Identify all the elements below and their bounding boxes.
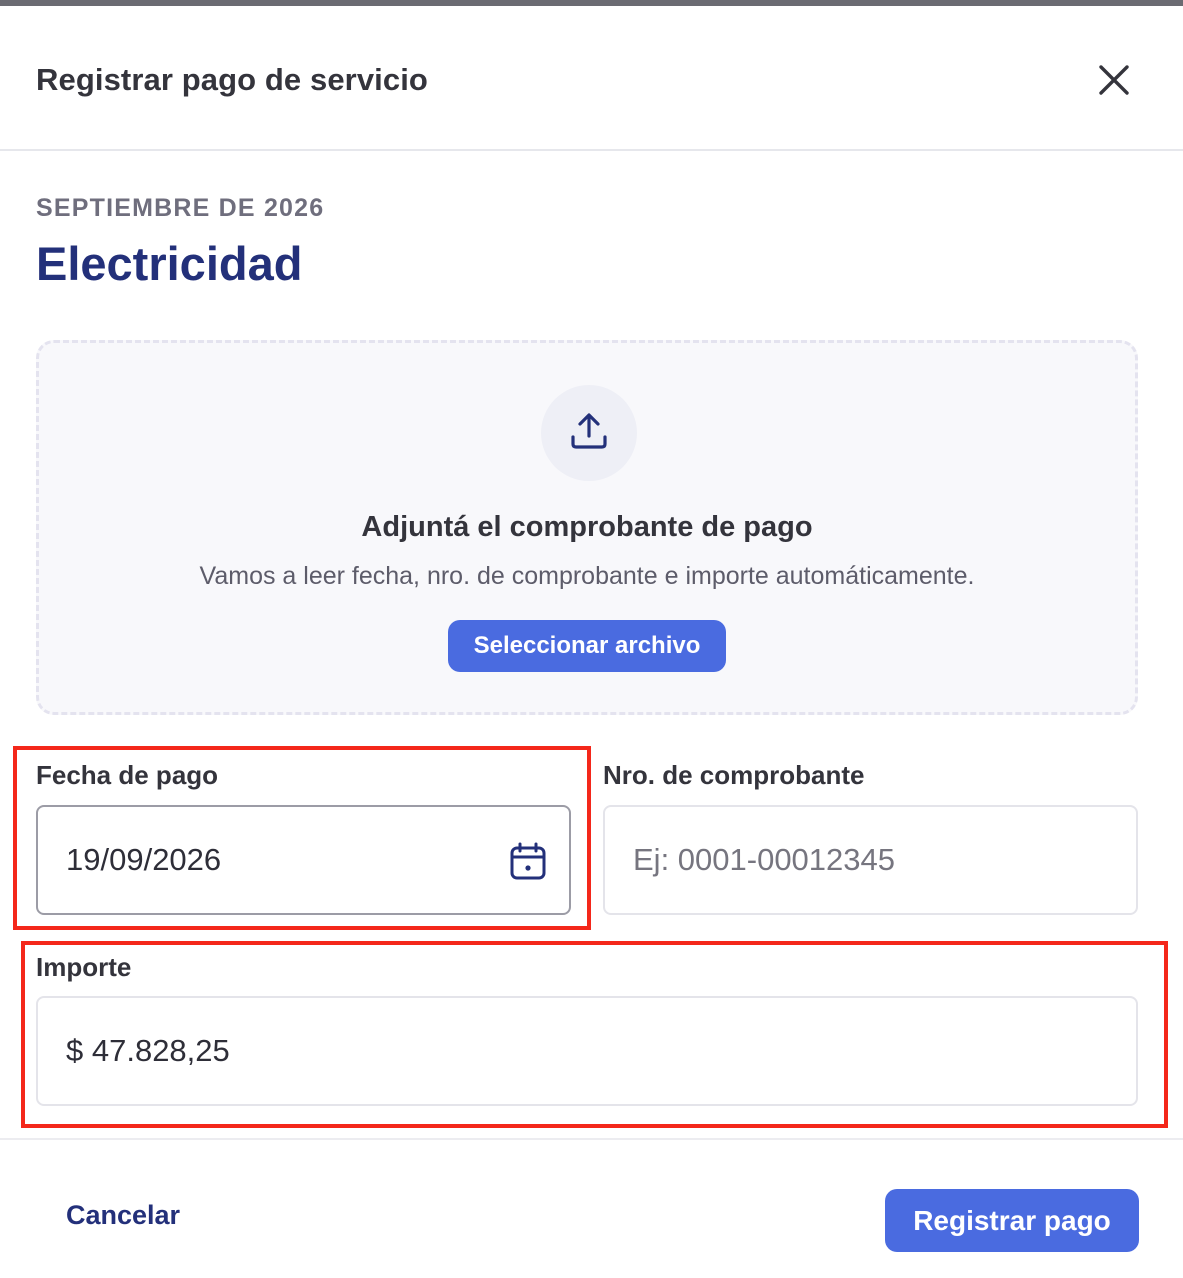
select-file-button[interactable]: Seleccionar archivo	[448, 620, 726, 672]
service-name: Electricidad	[36, 237, 303, 290]
cancel-button[interactable]: Cancelar	[66, 1200, 180, 1231]
period-label: SEPTIEMBRE DE 2026	[36, 194, 325, 222]
upload-title: Adjuntá el comprobante de pago	[361, 511, 813, 543]
upload-icon-badge	[541, 385, 637, 481]
highlight-amount	[21, 941, 1168, 1128]
receipt-number-input[interactable]: Ej: 0001-00012345	[603, 805, 1138, 915]
upload-dropzone[interactable]: Adjuntá el comprobante de pago Vamos a l…	[36, 340, 1138, 715]
modal-header: Registrar pago de servicio	[0, 6, 1183, 151]
register-payment-button[interactable]: Registrar pago	[885, 1189, 1139, 1252]
upload-icon	[571, 413, 607, 449]
modal-title: Registrar pago de servicio	[36, 62, 428, 97]
footer-divider	[0, 1138, 1183, 1140]
highlight-payment-date	[13, 746, 591, 930]
upload-subtitle: Vamos a leer fecha, nro. de comprobante …	[199, 562, 975, 590]
close-icon	[1099, 65, 1129, 95]
close-button[interactable]	[1092, 58, 1136, 102]
receipt-number-placeholder: Ej: 0001-00012345	[633, 842, 896, 877]
receipt-number-label: Nro. de comprobante	[603, 760, 865, 790]
